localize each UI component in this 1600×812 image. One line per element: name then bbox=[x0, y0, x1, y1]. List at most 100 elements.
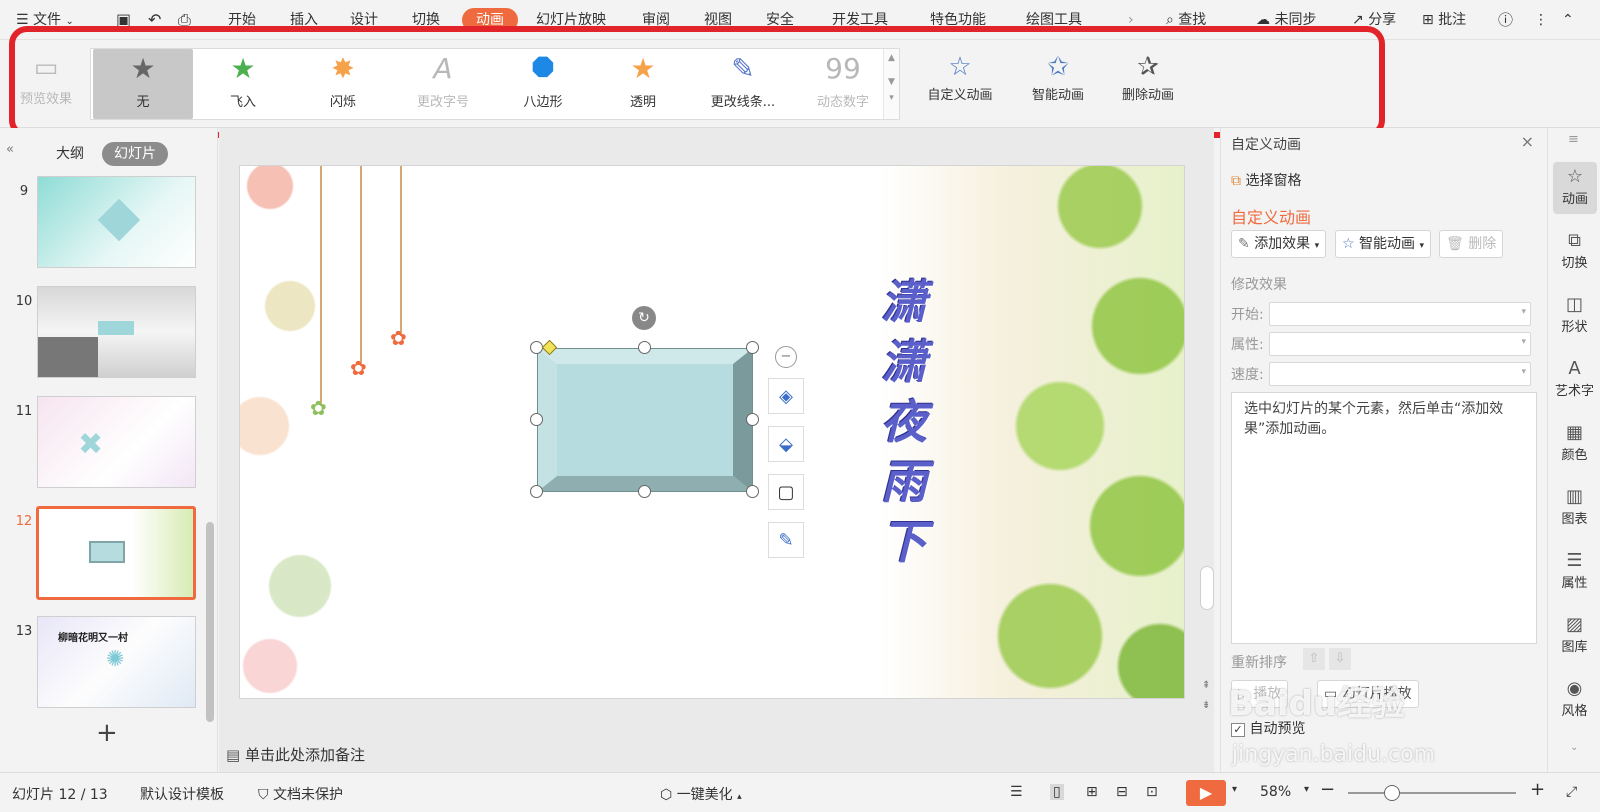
tab-outline[interactable]: 大纲 bbox=[56, 142, 84, 166]
selection-handle[interactable] bbox=[530, 413, 543, 426]
template-name[interactable]: 默认设计模板 bbox=[140, 784, 224, 804]
sidebar-item-properties[interactable]: ☰ 属性 bbox=[1548, 550, 1600, 591]
selection-handle[interactable] bbox=[638, 485, 651, 498]
zoom-level[interactable]: 58% bbox=[1260, 784, 1291, 800]
add-effect-button[interactable]: ✎ 添加效果 ▾ bbox=[1231, 230, 1327, 258]
slide-number: 11 bbox=[15, 404, 33, 419]
more-menu-icon[interactable]: ⋮ bbox=[1534, 8, 1548, 32]
collapse-ribbon-icon[interactable]: ⌃ bbox=[1562, 8, 1574, 32]
sidebar-item-style[interactable]: ◉ 风格 bbox=[1548, 678, 1600, 719]
move-down-icon[interactable]: ⇩ bbox=[1329, 648, 1351, 670]
star-icon: ☆ bbox=[1342, 236, 1355, 252]
canvas-scrollbar[interactable] bbox=[1200, 566, 1214, 610]
notes-toggle-icon[interactable]: ☰ bbox=[1010, 784, 1023, 800]
delete-pane-button[interactable]: 🗑 删除 bbox=[1439, 230, 1504, 258]
collapse-toolbar-icon[interactable]: − bbox=[775, 346, 797, 368]
slide-canvas[interactable]: ✿ ✿ ✿ 潇 潇 夜 雨 下 ↻ − ◈ ⬙ ▢ ✎ bbox=[240, 166, 1184, 698]
tab-slides[interactable]: 幻灯片 bbox=[102, 142, 168, 166]
reading-view-icon[interactable]: ⊟ bbox=[1116, 784, 1128, 800]
sidebar-expand-icon[interactable]: ⌄ bbox=[1570, 742, 1578, 753]
protection-status[interactable]: ⛉ 文档未保护 bbox=[258, 784, 343, 804]
help-icon[interactable]: ⓘ bbox=[1498, 8, 1513, 32]
annotate-button[interactable]: ⊞ 批注 bbox=[1422, 8, 1466, 32]
annotate-icon: ⊞ bbox=[1422, 12, 1434, 28]
sidebar-item-label: 形状 bbox=[1561, 320, 1588, 335]
flower-icon: ✿ bbox=[310, 396, 327, 420]
slide-thumbnail-9[interactable] bbox=[37, 176, 196, 268]
flower-icon: ✿ bbox=[350, 356, 367, 380]
selection-handle[interactable] bbox=[530, 485, 543, 498]
presenter-view-icon[interactable]: ⊡ bbox=[1146, 784, 1158, 800]
outline-icon[interactable]: ▢ bbox=[768, 474, 804, 510]
property-label: 属性: bbox=[1231, 337, 1264, 353]
slide-thumbnail-12[interactable] bbox=[36, 506, 196, 600]
rotate-handle-icon[interactable]: ↻ bbox=[632, 306, 656, 330]
slide-number: 9 bbox=[19, 184, 29, 199]
sidebar-item-animation[interactable]: ☆ 动画 bbox=[1553, 162, 1597, 214]
notes-icon: ▤ bbox=[226, 746, 241, 764]
selection-handle[interactable] bbox=[746, 413, 759, 426]
sidebar-item-label: 属性 bbox=[1561, 576, 1588, 591]
sidebar-item-color[interactable]: ▦ 颜色 bbox=[1548, 422, 1600, 463]
select-pane-button[interactable]: ⧉ 选择窗格 bbox=[1231, 170, 1301, 190]
prev-slide-icon[interactable]: ⇞ bbox=[1202, 680, 1210, 691]
sidebar-item-shapes[interactable]: ◫ 形状 bbox=[1548, 294, 1600, 335]
zoom-dropdown-icon[interactable]: ▾ bbox=[1304, 784, 1309, 795]
shapes-icon: ◫ bbox=[1565, 294, 1583, 315]
slides-scrollbar[interactable] bbox=[206, 522, 214, 722]
collapse-panel-icon[interactable]: « bbox=[6, 142, 14, 157]
notes-area[interactable]: ▤ 单击此处添加备注 bbox=[226, 744, 365, 765]
property-select[interactable]: ▾ bbox=[1269, 332, 1531, 356]
sidebar-item-gallery[interactable]: ▨ 图库 bbox=[1548, 614, 1600, 655]
selection-handle[interactable] bbox=[746, 341, 759, 354]
thumb-shape bbox=[38, 337, 98, 377]
zoom-slider-thumb[interactable] bbox=[1384, 785, 1400, 801]
slide-thumbnail-11[interactable]: ✖ bbox=[37, 396, 196, 488]
select-pane-icon: ⧉ bbox=[1231, 173, 1241, 189]
add-slide-button[interactable]: + bbox=[96, 718, 118, 748]
sidebar-item-label: 图库 bbox=[1561, 640, 1588, 655]
speed-label: 速度: bbox=[1231, 367, 1264, 383]
sorter-view-icon[interactable]: ⊞ bbox=[1086, 784, 1098, 800]
sidebar-item-wordart[interactable]: A 艺术字 bbox=[1548, 358, 1600, 399]
beautify-label: 一键美化 bbox=[676, 787, 733, 803]
sidebar-item-chart[interactable]: ▥ 图表 bbox=[1548, 486, 1600, 527]
fill-bucket-icon[interactable]: ⬙ bbox=[768, 426, 804, 462]
layers-icon[interactable]: ◈ bbox=[768, 378, 804, 414]
slide-thumbnail-10[interactable] bbox=[37, 286, 196, 378]
zoom-in-icon[interactable]: + bbox=[1530, 779, 1545, 800]
move-up-icon[interactable]: ⇧ bbox=[1303, 648, 1325, 670]
zoom-out-icon[interactable]: − bbox=[1320, 779, 1335, 800]
play-options-icon[interactable]: ▾ bbox=[1232, 784, 1237, 795]
title-char: 夜 bbox=[881, 395, 927, 449]
modify-effect-heading: 修改效果 bbox=[1231, 277, 1287, 293]
slide-thumbnail-13[interactable]: 柳暗花明又一村 ✺ bbox=[37, 616, 196, 708]
watermark-brand: Baidu经验 bbox=[1228, 684, 1406, 724]
smart-animation-pane-button[interactable]: ☆ 智能动画 ▾ bbox=[1335, 230, 1431, 258]
play-slideshow-button[interactable]: ▶ bbox=[1186, 780, 1226, 806]
start-select[interactable]: ▾ bbox=[1269, 302, 1531, 326]
slide-number: 13 bbox=[15, 624, 33, 639]
next-slide-icon[interactable]: ⇟ bbox=[1202, 700, 1210, 711]
bevel-shape[interactable] bbox=[537, 348, 753, 492]
selection-handle[interactable] bbox=[638, 341, 651, 354]
beautify-button[interactable]: ⬡ 一键美化 ▴ bbox=[660, 784, 742, 804]
trash-icon: 🗑 bbox=[1446, 236, 1464, 252]
sidebar-menu-icon[interactable]: ≡ bbox=[1568, 132, 1579, 147]
fit-window-icon[interactable]: ⤢ bbox=[1566, 784, 1577, 800]
zoom-slider[interactable] bbox=[1348, 792, 1516, 794]
slide-vertical-title[interactable]: 潇 潇 夜 雨 下 bbox=[872, 272, 936, 572]
animation-list[interactable]: 选中幻灯片的某个元素，然后单击“添加效果”添加动画。 bbox=[1231, 392, 1537, 644]
brush-icon[interactable]: ✎ bbox=[768, 522, 804, 558]
red-highlight-box bbox=[9, 26, 1385, 138]
speed-select[interactable]: ▾ bbox=[1269, 362, 1531, 386]
normal-view-icon[interactable]: ▯ bbox=[1050, 784, 1064, 800]
dropdown-arrow-icon: ▾ bbox=[1419, 241, 1424, 251]
thumb-shape bbox=[89, 541, 125, 563]
watermark-url: jingyan.baidu.com bbox=[1232, 742, 1436, 767]
selection-handle[interactable] bbox=[746, 485, 759, 498]
gallery-icon: ▨ bbox=[1565, 614, 1583, 635]
slide-number: 10 bbox=[15, 294, 33, 309]
sidebar-item-transition[interactable]: ⧉ 切换 bbox=[1548, 230, 1600, 271]
close-pane-icon[interactable]: × bbox=[1521, 132, 1534, 151]
